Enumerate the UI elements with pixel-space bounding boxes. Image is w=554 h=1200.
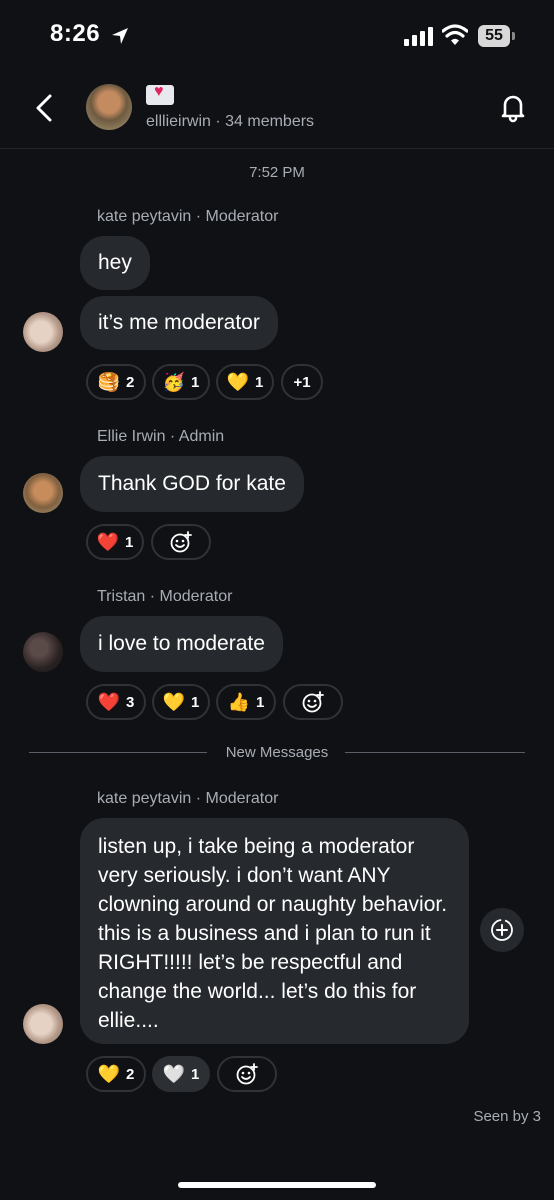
party-face-emoji: 🥳 [162, 372, 186, 392]
chat-header: elllieirwin · 34 members [0, 72, 554, 149]
message-bubble[interactable]: i love to moderate [80, 616, 283, 672]
bell-icon[interactable] [496, 90, 530, 124]
divider-line-right [345, 752, 525, 753]
home-indicator[interactable] [178, 1182, 376, 1188]
reaction-chip[interactable]: 💛 2 [86, 1056, 146, 1092]
sender-label: kate peytavin · Moderator [97, 790, 279, 807]
red-heart-emoji: ❤️ [96, 532, 120, 552]
reaction-chip-selected[interactable]: 🤍 1 [152, 1056, 210, 1092]
chevron-left-icon[interactable] [30, 92, 62, 124]
message-timestamp: 7:52 PM [249, 164, 305, 181]
avatar-tristan[interactable] [23, 632, 63, 672]
reaction-chip[interactable]: 💛 1 [152, 684, 210, 720]
reaction-count: 1 [191, 373, 200, 391]
smile-plus-icon [302, 691, 324, 713]
avatar-kate[interactable] [23, 1004, 63, 1044]
wifi-icon [442, 24, 468, 45]
message-bubble[interactable]: it’s me moderator [80, 296, 278, 350]
sender-label: kate peytavin · Moderator [97, 208, 279, 225]
avatar-ellie[interactable] [23, 473, 63, 513]
reaction-count: 1 [256, 693, 265, 711]
reaction-count: 3 [126, 693, 135, 711]
pancakes-emoji: 🥞 [97, 372, 121, 392]
reaction-chip[interactable]: ❤️ 3 [86, 684, 146, 720]
reaction-count: 2 [126, 373, 135, 391]
reaction-chip[interactable]: 🥳 1 [152, 364, 210, 400]
white-heart-emoji: 🤍 [162, 1064, 186, 1084]
reaction-count: 2 [126, 1065, 135, 1083]
status-time: 8:26 [50, 20, 101, 47]
message-action-button[interactable] [480, 908, 524, 952]
reaction-count: 1 [191, 693, 200, 711]
add-reaction-button[interactable] [283, 684, 343, 720]
avatar-kate[interactable] [23, 312, 63, 352]
smile-plus-icon [236, 1063, 258, 1085]
smile-plus-icon [170, 531, 192, 553]
battery-level: 55 [478, 25, 510, 47]
location-arrow-icon [112, 28, 128, 44]
channel-name-emoji[interactable] [146, 83, 174, 105]
cellular-signal-icon [404, 27, 433, 46]
seen-by-status: Seen by 3 [473, 1108, 541, 1125]
add-reaction-button[interactable] [151, 524, 211, 560]
more-reactions-chip[interactable]: +1 [281, 364, 323, 400]
reaction-chip[interactable]: ❤️ 1 [86, 524, 144, 560]
message-bubble[interactable]: listen up, i take being a moderator very… [80, 818, 469, 1044]
sender-label: Tristan · Moderator [97, 588, 233, 605]
reaction-count: 1 [125, 533, 134, 551]
red-heart-emoji: ❤️ [97, 692, 121, 712]
reaction-chip[interactable]: 🥞 2 [86, 364, 146, 400]
channel-subtitle[interactable]: elllieirwin · 34 members [146, 113, 314, 131]
sender-label: Ellie Irwin · Admin [97, 428, 225, 445]
status-bar: 8:26 55 [0, 0, 554, 72]
yellow-heart-emoji: 💛 [226, 372, 250, 392]
thumbs-up-emoji: 👍 [227, 692, 251, 712]
reaction-chip[interactable]: 👍 1 [216, 684, 276, 720]
reaction-count: +1 [293, 373, 311, 391]
reaction-chip[interactable]: 💛 1 [216, 364, 274, 400]
reaction-count: 1 [255, 373, 264, 391]
message-bubble[interactable]: Thank GOD for kate [80, 456, 304, 512]
reaction-count: 1 [191, 1065, 200, 1083]
add-reaction-button[interactable] [217, 1056, 277, 1092]
message-bubble[interactable]: hey [80, 236, 150, 290]
battery-icon: 55 [478, 25, 516, 47]
circle-plus-icon [491, 919, 513, 941]
channel-avatar[interactable] [86, 84, 132, 130]
yellow-heart-emoji: 💛 [97, 1064, 121, 1084]
yellow-heart-emoji: 💛 [162, 692, 186, 712]
